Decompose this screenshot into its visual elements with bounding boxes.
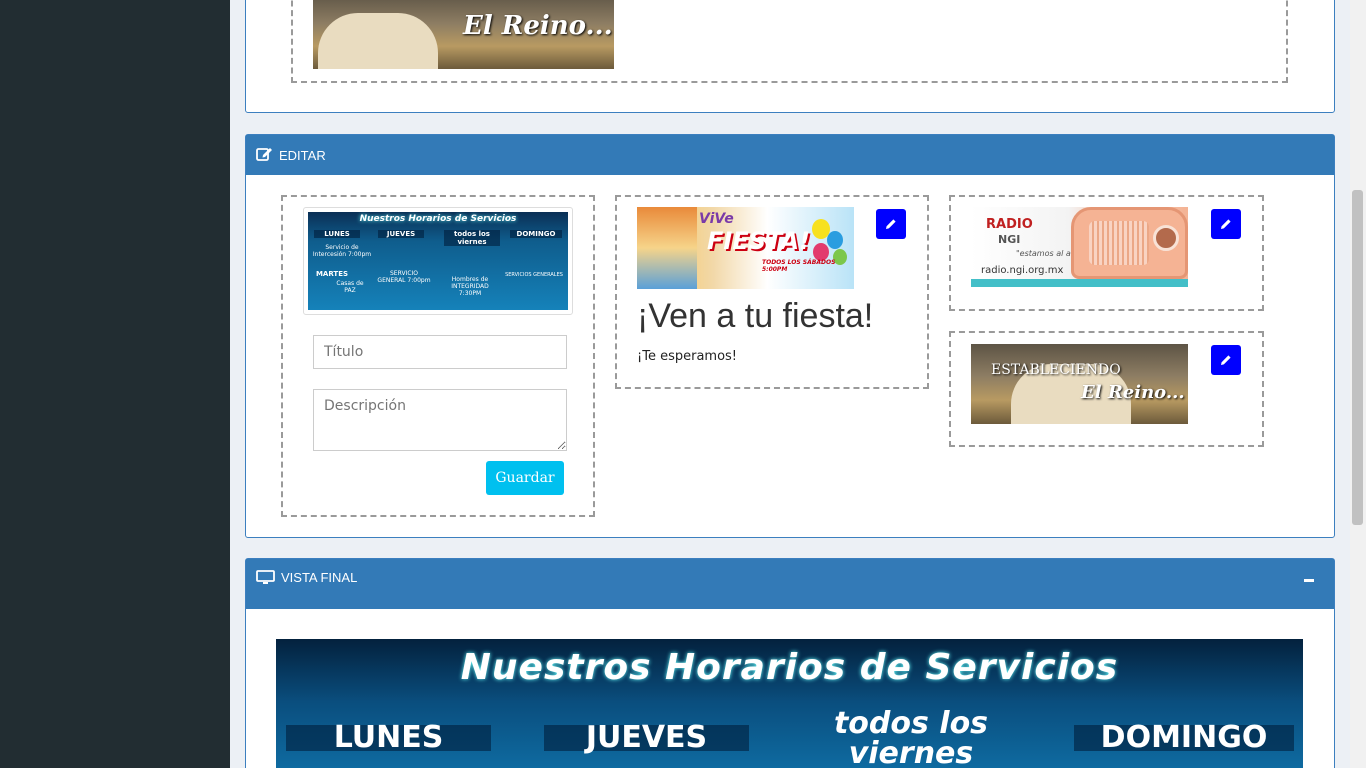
- radio-title: RADIO: [986, 217, 1033, 232]
- day-lunes-small: LUNES: [314, 230, 360, 238]
- edit-fiesta-button[interactable]: [876, 209, 906, 239]
- title-input[interactable]: [313, 335, 567, 369]
- martes-small: MARTES: [315, 270, 349, 278]
- fiesta-card: ViVe FIESTA! TODOS LOS SÁBADOS 5:00PM ¡V…: [615, 195, 929, 389]
- final-view-panel-title: VISTA FINAL: [281, 570, 358, 585]
- thumbnail-frame: Nuestros Horarios de Servicios LUNES JUE…: [303, 207, 573, 315]
- scrollbar-thumb[interactable]: [1352, 190, 1363, 525]
- edit-panel-header: EDITAR: [246, 135, 1334, 175]
- horarios-header-small: Nuestros Horarios de Servicios: [359, 214, 517, 224]
- horarios-header-large: Nuestros Horarios de Servicios: [460, 647, 1119, 688]
- martes-detail-small: Casas de PAZ: [336, 280, 364, 294]
- establishing-card: ESTABLECIENDO El Reino...: [949, 331, 1264, 447]
- edit-square-icon: [256, 146, 279, 164]
- establishing-card-image: ESTABLECIENDO El Reino...: [971, 344, 1188, 424]
- day-jueves-large: JUEVES: [544, 723, 749, 753]
- radio-card: RADIO NGI "estamos al aire por ti" radio…: [949, 195, 1264, 311]
- radio-banner-image: RADIO NGI "estamos al aire por ti" radio…: [971, 207, 1188, 287]
- day-domingo-large: DOMINGO: [1074, 723, 1294, 753]
- edit-establishing-button[interactable]: [1211, 345, 1241, 375]
- pencil-icon: [1220, 351, 1232, 370]
- establishing-line1: ESTABLECIENDO: [991, 362, 1121, 378]
- top-panel: El Reino...: [245, 0, 1335, 113]
- edit-panel-title: EDITAR: [279, 147, 326, 163]
- fiesta-tag-text: TODOS LOS SÁBADOS 5:00PM: [762, 259, 836, 273]
- viernes-detail-small: Hombres de INTEGRIDAD 7:30PM: [451, 276, 489, 297]
- fiesta-heading: ¡Ven a tu fiesta!: [637, 297, 874, 335]
- fiesta-vive-text: ViVe: [699, 211, 734, 227]
- domingo-detail-small: SERVICIOS GENERALES: [505, 272, 563, 278]
- day-viernes-large: todos los viernes: [833, 706, 989, 768]
- edit-panel: EDITAR Nuestros Horarios de Servicios LU…: [245, 134, 1335, 538]
- main-content: El Reino... EDITAR Nuestros Horarios de …: [230, 0, 1350, 768]
- jueves-detail-small: SERVICIO GENERAL 7:00pm: [377, 270, 431, 284]
- top-image-frame: El Reino...: [291, 0, 1288, 83]
- horarios-full-banner: Nuestros Horarios de Servicios LUNES JUE…: [276, 639, 1303, 768]
- banner-script-text: El Reino...: [463, 11, 613, 41]
- radio-url: radio.ngi.org.mx: [981, 265, 1064, 276]
- pencil-icon: [885, 215, 897, 234]
- save-button[interactable]: Guardar: [486, 461, 564, 495]
- pencil-icon: [1220, 215, 1232, 234]
- establishing-banner-image: El Reino...: [313, 0, 614, 69]
- fiesta-text: ¡Te esperamos!: [637, 349, 738, 364]
- horarios-thumbnail: Nuestros Horarios de Servicios LUNES JUE…: [308, 212, 568, 310]
- description-textarea[interactable]: [313, 389, 567, 451]
- fiesta-banner-image: ViVe FIESTA! TODOS LOS SÁBADOS 5:00PM: [637, 207, 854, 289]
- minus-icon[interactable]: [1304, 579, 1314, 582]
- final-view-panel-header: VISTA FINAL: [246, 559, 1334, 609]
- fiesta-word-text: FIESTA!: [707, 227, 811, 255]
- lunes-detail-small: Servicio de Intercesión 7:00pm: [312, 244, 372, 258]
- final-view-panel: VISTA FINAL Nuestros Horarios de Servici…: [245, 558, 1335, 768]
- monitor-icon: [256, 570, 281, 588]
- day-domingo-small: DOMINGO: [510, 230, 562, 238]
- day-lunes-large: LUNES: [286, 723, 491, 753]
- day-viernes-small: todos los viernes: [444, 230, 500, 246]
- edit-radio-button[interactable]: [1211, 209, 1241, 239]
- left-sidebar: [0, 0, 230, 768]
- radio-subtitle: NGI: [998, 233, 1021, 246]
- establishing-line2: El Reino...: [1081, 382, 1185, 403]
- day-jueves-small: JUEVES: [378, 230, 424, 238]
- edit-form-card: Nuestros Horarios de Servicios LUNES JUE…: [281, 195, 595, 517]
